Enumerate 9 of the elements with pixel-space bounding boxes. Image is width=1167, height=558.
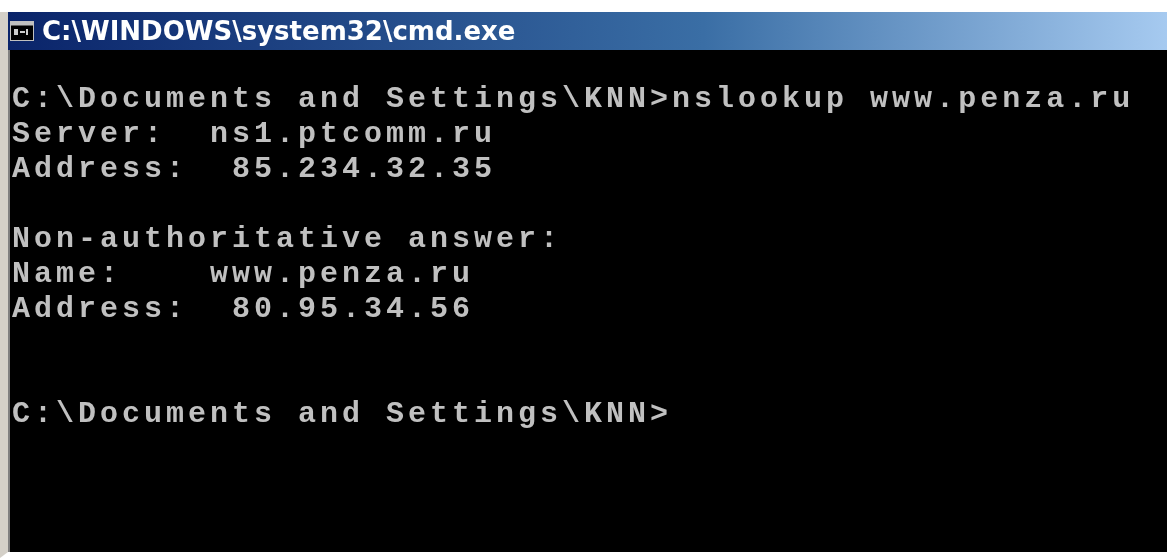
console-line: Non-authoritative answer:: [12, 222, 564, 257]
console-line: Name: www.penza.ru: [12, 257, 476, 292]
console-line: C:\Documents and Settings\KNN>: [12, 397, 674, 432]
console-line: Server: ns1.ptcomm.ru: [12, 117, 498, 152]
console-line: Address: 85.234.32.35: [12, 152, 498, 187]
window-title: C:\WINDOWS\system32\cmd.exe: [42, 16, 516, 46]
console-line: C:\Documents and Settings\KNN>nslookup www.penza.ru: [12, 82, 1136, 117]
console-line: Address: 80.95.34.56: [12, 292, 476, 327]
console-icon: [10, 21, 34, 41]
